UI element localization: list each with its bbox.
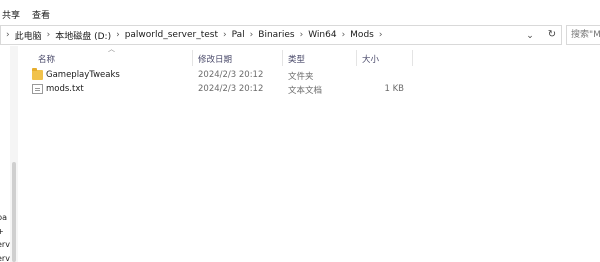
breadcrumb-separator[interactable]: › <box>3 30 13 40</box>
nav-item-fragment[interactable]: pa <box>0 213 7 222</box>
file-date: 2024/2/3 20:12 <box>198 70 264 80</box>
breadcrumb-pal[interactable]: Pal <box>230 30 247 40</box>
column-divider[interactable] <box>356 50 357 66</box>
menu-share[interactable]: 共享 <box>2 8 20 21</box>
column-header: ︿ 名称 修改日期 类型 大小 <box>28 45 600 66</box>
search-box[interactable] <box>566 25 600 45</box>
folder-icon <box>32 68 43 80</box>
file-name: mods.txt <box>46 84 84 94</box>
search-input[interactable] <box>567 26 600 44</box>
navigation-pane: pa + erv erv <box>0 46 18 262</box>
column-type[interactable]: 类型 <box>288 53 305 65</box>
nav-item-fragment[interactable]: erv <box>0 240 10 249</box>
breadcrumb-this-pc[interactable]: 此电脑 <box>13 29 44 42</box>
file-row[interactable]: GameplayTweaks 2024/2/3 20:12 文件夹 <box>28 68 418 83</box>
column-size[interactable]: 大小 <box>362 53 379 65</box>
breadcrumb-palworld-server-test[interactable]: palworld_server_test <box>123 30 220 40</box>
file-row[interactable]: mods.txt 2024/2/3 20:12 文本文档 1 KB <box>28 82 418 97</box>
nav-item-fragment[interactable]: erv <box>0 254 10 262</box>
breadcrumb-separator[interactable]: › <box>376 30 386 40</box>
address-row: › 此电脑 › 本地磁盘 (D:) › palworld_server_test… <box>0 24 600 46</box>
breadcrumb-separator[interactable]: › <box>339 30 349 40</box>
nav-item-fragment[interactable]: + <box>0 227 4 236</box>
breadcrumb: › 此电脑 › 本地磁盘 (D:) › palworld_server_test… <box>3 26 385 44</box>
breadcrumb-separator[interactable]: › <box>113 30 123 40</box>
nav-scrollbar-thumb[interactable] <box>12 162 16 262</box>
file-type: 文本文档 <box>288 86 323 96</box>
breadcrumb-win64[interactable]: Win64 <box>306 30 338 40</box>
column-name[interactable]: 名称 <box>38 53 55 65</box>
file-type: 文件夹 <box>288 72 314 82</box>
refresh-icon[interactable]: ↻ <box>545 28 559 42</box>
breadcrumb-local-disk-d[interactable]: 本地磁盘 (D:) <box>53 29 113 42</box>
sort-up-icon: ︿ <box>108 45 115 53</box>
column-divider[interactable] <box>282 50 283 66</box>
breadcrumb-mods[interactable]: Mods <box>348 30 376 40</box>
breadcrumb-separator[interactable]: › <box>297 30 307 40</box>
file-date: 2024/2/3 20:12 <box>198 84 264 94</box>
column-date-modified[interactable]: 修改日期 <box>198 53 232 65</box>
breadcrumb-binaries[interactable]: Binaries <box>256 30 296 40</box>
breadcrumb-separator[interactable]: › <box>44 30 54 40</box>
file-name: GameplayTweaks <box>46 70 120 80</box>
file-size: 1 KB <box>384 84 404 94</box>
text-file-icon <box>32 84 43 94</box>
ribbon-menu: 共享 查看 <box>0 0 600 26</box>
breadcrumb-separator[interactable]: › <box>247 30 257 40</box>
column-divider[interactable] <box>412 50 413 66</box>
chevron-down-icon[interactable]: ⌄ <box>523 29 537 43</box>
breadcrumb-separator[interactable]: › <box>220 30 230 40</box>
address-bar[interactable]: › 此电脑 › 本地磁盘 (D:) › palworld_server_test… <box>0 25 562 45</box>
column-divider[interactable] <box>192 50 193 66</box>
menu-view[interactable]: 查看 <box>32 8 50 21</box>
